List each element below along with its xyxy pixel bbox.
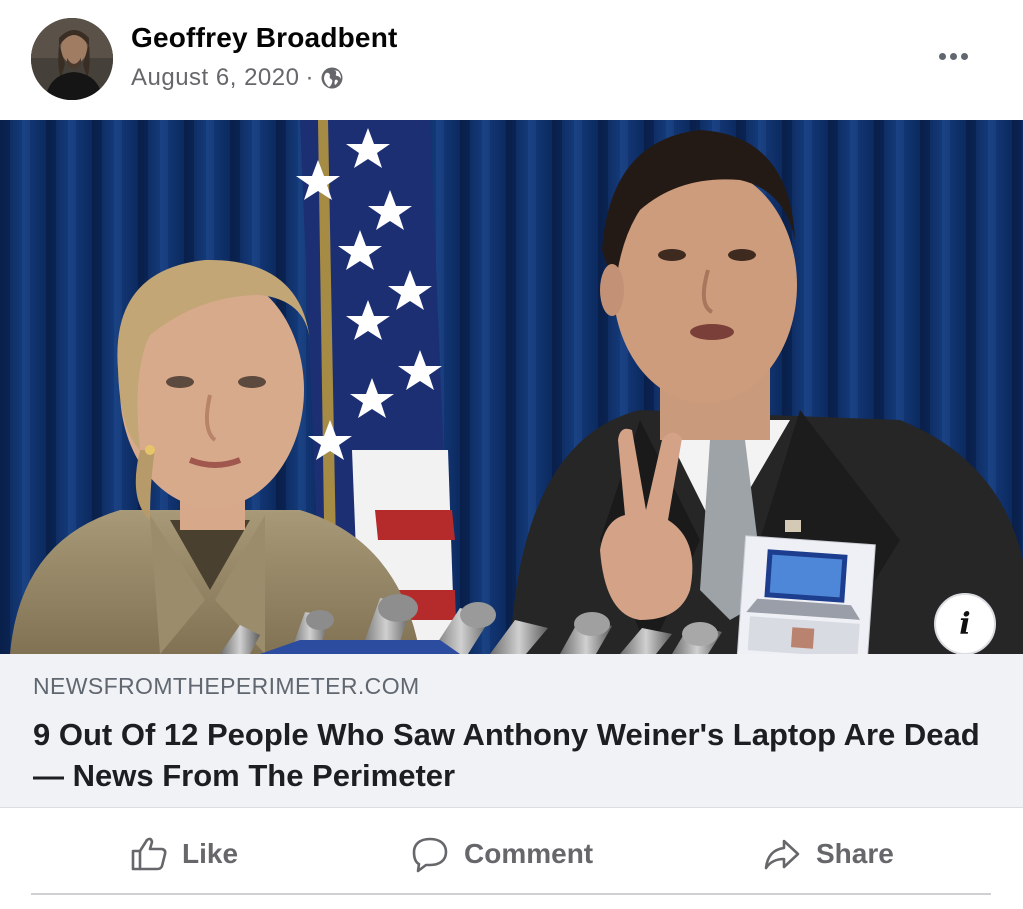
share-label: Share [816,838,894,869]
share-arrow-icon [764,839,800,870]
speech-bubble-icon [412,837,448,873]
meta-separator: · [305,64,314,91]
thumbs-up-icon [131,837,167,871]
link-headline[interactable]: 9 Out Of 12 People Who Saw Anthony Weine… [33,714,993,796]
more-options-icon[interactable] [933,42,973,70]
author-name[interactable]: Geoffrey Broadbent [131,22,398,54]
link-preview-box[interactable]: NEWSFROMTHEPERIMETER.COM 9 Out Of 12 Peo… [0,654,1023,808]
avatar[interactable] [31,18,113,100]
comment-label: Comment [464,838,594,869]
globe-icon[interactable] [320,66,344,90]
link-preview-image[interactable]: i [0,120,1023,654]
press-conference-photo [0,120,1023,654]
post-header: Geoffrey Broadbent August 6, 2020 · [0,0,1023,120]
action-bar: Like Comment Share [0,810,1023,896]
avatar-image [31,18,113,100]
like-button[interactable]: Like [130,832,238,876]
post-meta: August 6, 2020 · [131,64,344,92]
comment-button[interactable]: Comment [410,832,593,876]
share-button[interactable]: Share [762,832,894,876]
link-domain: NEWSFROMTHEPERIMETER.COM [33,673,420,699]
info-icon[interactable]: i [934,593,996,654]
post-date[interactable]: August 6, 2020 [131,64,299,92]
bottom-divider [31,893,991,895]
like-label: Like [182,838,239,869]
